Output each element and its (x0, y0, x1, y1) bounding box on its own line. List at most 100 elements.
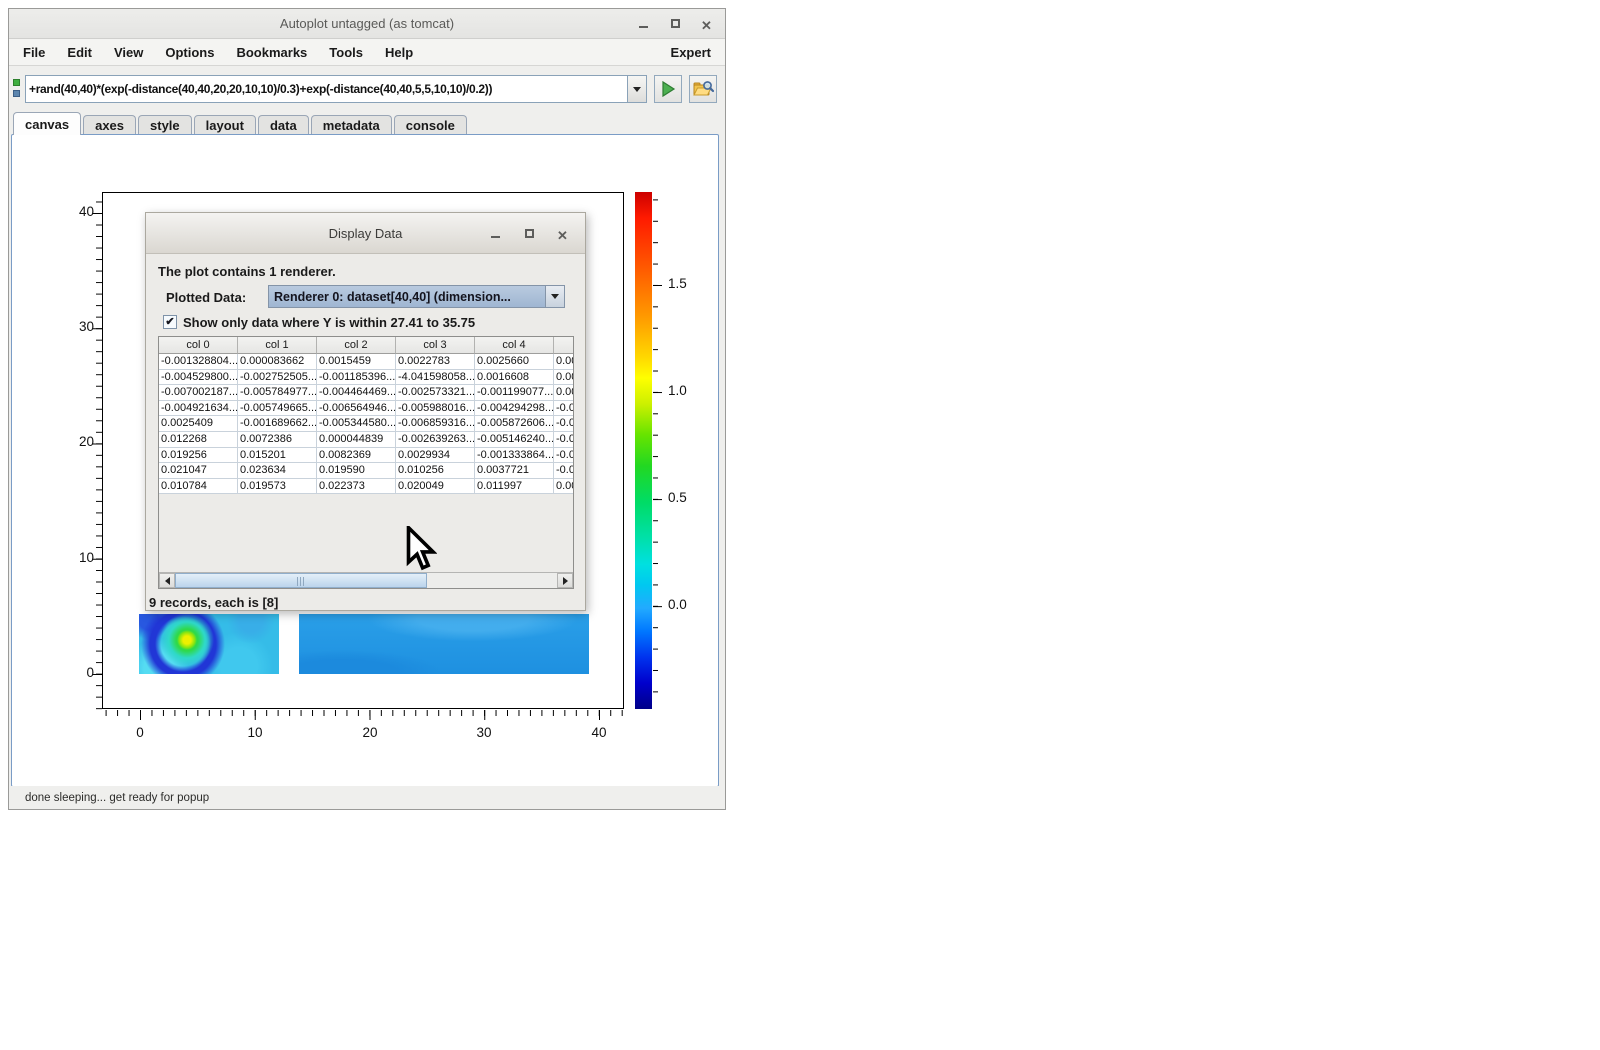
uri-input[interactable]: +rand(40,40)*(exp(-distance(40,40,20,20,… (25, 75, 628, 103)
window-titlebar[interactable]: Autoplot untagged (as tomcat) ✕ (9, 9, 725, 39)
table-cell[interactable]: -0.004464469... (317, 385, 396, 401)
table-row[interactable]: -0.004921634...-0.005749665...-0.0065649… (159, 401, 573, 417)
table-cell[interactable]: -0.0 (554, 432, 573, 448)
dialog-close-icon[interactable]: ✕ (557, 227, 571, 241)
plot-canvas[interactable]: Display Data ✕ The plot contains 1 rende… (11, 134, 719, 787)
menu-tools[interactable]: Tools (318, 45, 374, 60)
table-cell[interactable]: -0.007002187... (159, 385, 238, 401)
table-cell[interactable]: 0.021047 (159, 463, 238, 479)
table-cell[interactable]: -0.0 (554, 463, 573, 479)
table-cell[interactable]: 0.000083662 (238, 354, 317, 370)
table-row[interactable]: 0.0122680.00723860.000044839-0.002639263… (159, 432, 573, 448)
menu-expert-label[interactable]: Expert (671, 45, 711, 60)
table-cell[interactable]: -0.006564946... (317, 401, 396, 417)
table-cell[interactable]: -0.004294298... (475, 401, 554, 417)
horizontal-scrollbar[interactable] (159, 572, 573, 588)
table-cell[interactable]: 0.00 (554, 370, 573, 386)
tab-axes[interactable]: axes (83, 115, 136, 135)
table-cell[interactable]: -0.001689662... (238, 416, 317, 432)
tab-style[interactable]: style (138, 115, 192, 135)
table-row[interactable]: -0.004529800...-0.002752505...-0.0011853… (159, 370, 573, 386)
scrollbar-track[interactable] (175, 573, 557, 588)
table-column-header[interactable]: col 0 (159, 337, 238, 354)
table-cell[interactable]: -0.001185396... (317, 370, 396, 386)
table-row[interactable]: 0.0025409-0.001689662...-0.005344580...-… (159, 416, 573, 432)
table-cell[interactable]: -0.001333864... (475, 448, 554, 464)
data-table[interactable]: col 0col 1col 2col 3col 4 -0.001328804..… (159, 337, 573, 572)
table-row[interactable]: -0.007002187...-0.005784977...-0.0044644… (159, 385, 573, 401)
filter-checkbox[interactable]: ✔ (163, 315, 177, 329)
table-column-header[interactable]: col 4 (475, 337, 554, 354)
scrollbar-thumb[interactable] (175, 573, 427, 588)
table-cell[interactable]: 0.0022783 (396, 354, 475, 370)
table-cell[interactable]: 0.023634 (238, 463, 317, 479)
table-cell[interactable]: 0.000044839 (317, 432, 396, 448)
table-row[interactable]: 0.0210470.0236340.0195900.0102560.003772… (159, 463, 573, 479)
table-column-header[interactable]: col 2 (317, 337, 396, 354)
uri-history-dropdown-button[interactable] (628, 75, 647, 103)
table-row[interactable]: 0.0192560.0152010.00823690.0029934-0.001… (159, 448, 573, 464)
table-cell[interactable]: 0.019256 (159, 448, 238, 464)
tab-console[interactable]: console (394, 115, 467, 135)
table-cell[interactable]: 0.020049 (396, 479, 475, 495)
inspect-uri-button[interactable] (689, 75, 717, 103)
table-cell[interactable]: -0.004529800... (159, 370, 238, 386)
table-cell[interactable]: -0.005784977... (238, 385, 317, 401)
table-cell[interactable]: -0.006859316... (396, 416, 475, 432)
maximize-icon[interactable] (669, 17, 683, 31)
table-cell[interactable]: 0.0015459 (317, 354, 396, 370)
dialog-titlebar[interactable]: Display Data ✕ (146, 213, 585, 254)
table-row[interactable]: 0.0107840.0195730.0223730.0200490.011997… (159, 479, 573, 495)
table-column-header[interactable]: col 1 (238, 337, 317, 354)
table-cell[interactable]: -4.041598058... (396, 370, 475, 386)
menu-bookmarks[interactable]: Bookmarks (225, 45, 318, 60)
table-cell[interactable]: 0.012268 (159, 432, 238, 448)
tab-layout[interactable]: layout (194, 115, 256, 135)
table-cell[interactable]: 0.00 (554, 479, 573, 495)
table-cell[interactable]: 0.019590 (317, 463, 396, 479)
table-cell[interactable]: 0.0072386 (238, 432, 317, 448)
table-cell[interactable]: 0.0037721 (475, 463, 554, 479)
scroll-right-button[interactable] (557, 573, 573, 588)
menu-options[interactable]: Options (154, 45, 225, 60)
table-cell[interactable]: 0.011997 (475, 479, 554, 495)
combobox-arrow-button[interactable] (545, 286, 564, 307)
table-cell[interactable]: 0.019573 (238, 479, 317, 495)
table-cell[interactable]: -0.005344580... (317, 416, 396, 432)
table-cell[interactable]: -0.004921634... (159, 401, 238, 417)
menu-help[interactable]: Help (374, 45, 424, 60)
table-cell[interactable]: 0.00 (554, 385, 573, 401)
dialog-maximize-icon[interactable] (523, 227, 537, 241)
table-cell[interactable]: 0.022373 (317, 479, 396, 495)
table-cell[interactable]: -0.005146240... (475, 432, 554, 448)
table-row[interactable]: -0.001328804...0.0000836620.00154590.002… (159, 354, 573, 370)
go-plot-button[interactable] (654, 75, 682, 103)
table-cell[interactable]: -0.0 (554, 401, 573, 417)
tab-data[interactable]: data (258, 115, 309, 135)
table-cell[interactable]: 0.0082369 (317, 448, 396, 464)
menu-file[interactable]: File (23, 45, 56, 60)
table-cell[interactable]: 0.0025409 (159, 416, 238, 432)
table-cell[interactable]: -0.0 (554, 416, 573, 432)
table-cell[interactable]: -0.002639263... (396, 432, 475, 448)
plotted-data-combobox[interactable]: Renderer 0: dataset[40,40] (dimension... (268, 285, 565, 308)
table-cell[interactable]: 0.00 (554, 354, 573, 370)
tab-metadata[interactable]: metadata (311, 115, 392, 135)
table-column-header[interactable]: col 3 (396, 337, 475, 354)
table-cell[interactable]: -0.001328804... (159, 354, 238, 370)
table-cell[interactable]: -0.0 (554, 448, 573, 464)
table-cell[interactable]: -0.005872606... (475, 416, 554, 432)
table-cell[interactable]: -0.005749665... (238, 401, 317, 417)
table-column-header[interactable] (554, 337, 573, 354)
table-cell[interactable]: 0.010784 (159, 479, 238, 495)
dialog-minimize-icon[interactable] (489, 227, 503, 241)
minimize-icon[interactable] (637, 17, 651, 31)
menu-view[interactable]: View (103, 45, 154, 60)
tab-canvas[interactable]: canvas (13, 112, 81, 135)
table-cell[interactable]: -0.001199077... (475, 385, 554, 401)
table-cell[interactable]: 0.0029934 (396, 448, 475, 464)
table-cell[interactable]: -0.005988016... (396, 401, 475, 417)
menu-edit[interactable]: Edit (56, 45, 103, 60)
table-cell[interactable]: 0.0016608 (475, 370, 554, 386)
table-cell[interactable]: 0.015201 (238, 448, 317, 464)
